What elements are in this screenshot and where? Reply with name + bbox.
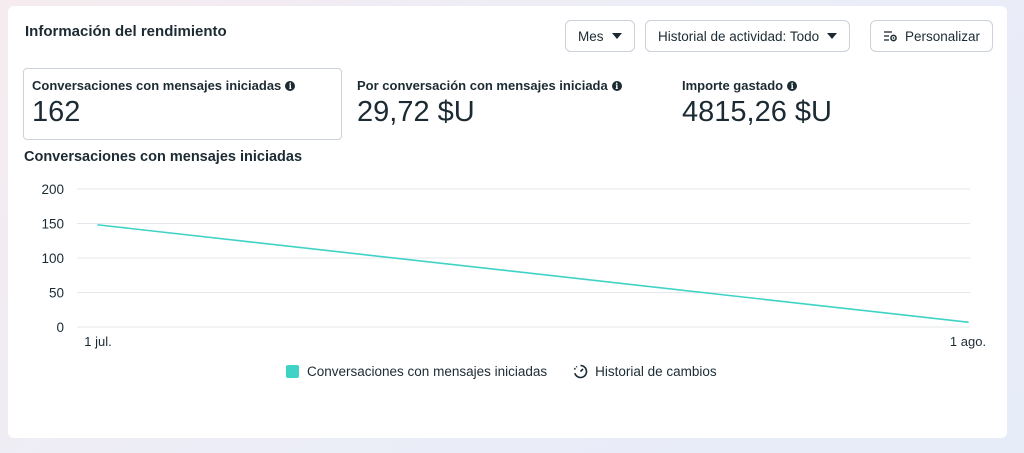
data-point	[967, 321, 969, 323]
x-tick-label: 1 ago.	[950, 334, 986, 349]
y-tick-label: 50	[49, 286, 64, 301]
line-chart: 0 50 100 150 200 1 jul. 1 ago.	[41, 182, 986, 349]
y-tick-label: 150	[41, 217, 64, 232]
y-tick-label: 100	[41, 251, 64, 266]
y-tick-label: 0	[56, 320, 64, 335]
x-tick-label: 1 jul.	[84, 334, 111, 349]
series-line	[97, 224, 969, 323]
data-point	[97, 224, 99, 226]
y-tick-label: 200	[41, 182, 64, 197]
